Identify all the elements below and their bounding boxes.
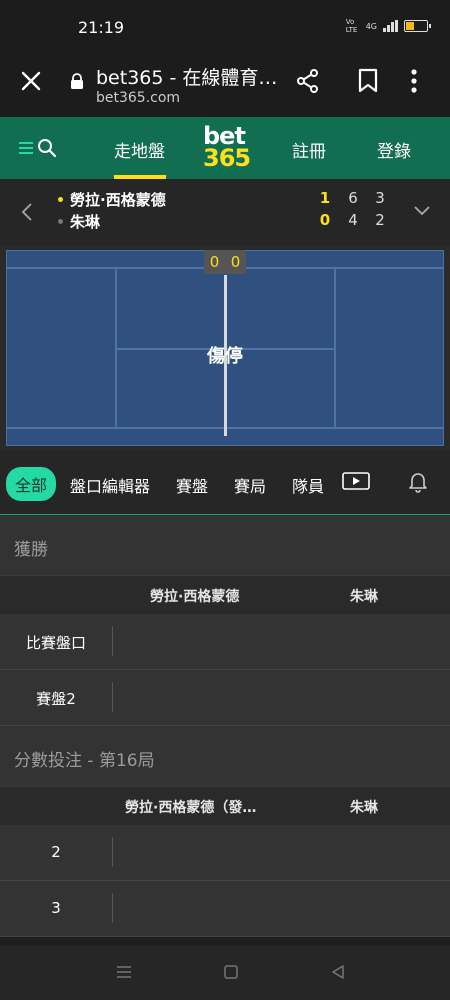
- player1-current-games: 1: [319, 189, 331, 207]
- point-score: 0 0: [204, 250, 246, 274]
- serve-indicator-inactive: [58, 219, 63, 224]
- search-icon[interactable]: [37, 138, 57, 158]
- status-time: 21:19: [78, 18, 125, 37]
- section-title: 獲勝: [14, 540, 48, 560]
- column-header: 朱琳: [350, 589, 378, 605]
- page-domain[interactable]: bet365.com: [96, 90, 180, 106]
- player2-set2: 2: [375, 211, 385, 229]
- row-label: 比賽盤口: [25, 634, 86, 652]
- tab-set[interactable]: 賽盤: [176, 473, 208, 497]
- video-icon[interactable]: [342, 472, 370, 494]
- point-score-p1: 0: [209, 253, 220, 271]
- winner-table-header: 勞拉·西格蒙德 朱琳: [0, 575, 450, 614]
- row-label: 賽盤2: [36, 690, 76, 708]
- bell-icon[interactable]: [408, 471, 428, 497]
- site-header: 走地盤 bet 365 註冊 登錄: [0, 117, 450, 179]
- market-row: 比賽盤口: [0, 614, 450, 670]
- player1-name: 勞拉·西格蒙德: [70, 191, 166, 209]
- market-row: 賽盤2: [0, 670, 450, 726]
- network-type: 4G: [365, 21, 377, 31]
- bookmark-icon[interactable]: [357, 68, 379, 98]
- more-options-icon[interactable]: [410, 68, 418, 98]
- row-label: 3: [51, 899, 61, 917]
- nav-login[interactable]: 登錄: [377, 137, 411, 162]
- tab-bet-builder[interactable]: 盤口編輯器: [70, 473, 150, 497]
- match-status-text: 傷停: [207, 346, 243, 367]
- winner-section-header[interactable]: 獲勝: [0, 515, 450, 575]
- divider: [112, 682, 113, 712]
- tab-game[interactable]: 賽局: [234, 473, 266, 497]
- point-betting-table-header: 勞拉·西格蒙德（發… 朱琳: [0, 786, 450, 825]
- recent-apps-icon[interactable]: [116, 965, 132, 979]
- player2-row: 朱琳: [58, 211, 100, 232]
- market-tabs: 全部 盤口編輯器 賽盤 賽局 隊員: [0, 450, 450, 515]
- court-visualization: 0 0 傷停: [0, 246, 450, 450]
- player2-set1: 4: [348, 211, 358, 229]
- status-icons: Vo LTE 4G: [345, 18, 431, 34]
- menu-search-button[interactable]: [18, 138, 57, 158]
- market-row: 2: [0, 825, 450, 881]
- market-row: 3: [0, 881, 450, 937]
- player1-set2: 3: [375, 189, 385, 207]
- player2-name: 朱琳: [70, 213, 101, 231]
- player1-set1: 6: [348, 189, 358, 207]
- back-icon[interactable]: [330, 964, 346, 980]
- divider: [112, 837, 113, 867]
- player1-row: 勞拉·西格蒙德: [58, 189, 166, 210]
- point-score-p2: 0: [230, 253, 241, 271]
- match-scoreboard: 勞拉·西格蒙德 朱琳 1 6 3 0 4 2: [0, 179, 450, 246]
- browser-toolbar: bet365 - 在線體育… bet365.com: [0, 52, 450, 117]
- battery-icon: [404, 20, 431, 32]
- close-icon[interactable]: [18, 68, 44, 94]
- tab-players[interactable]: 隊員: [292, 473, 324, 497]
- page-title[interactable]: bet365 - 在線體育…: [96, 63, 277, 90]
- divider: [112, 626, 113, 656]
- serve-indicator: [58, 197, 63, 202]
- section-title: 分數投注 - 第16局: [14, 751, 155, 771]
- status-bar: 21:19 Vo LTE 4G: [0, 0, 450, 52]
- back-chevron-icon[interactable]: [20, 201, 34, 227]
- divider: [112, 893, 113, 923]
- menu-icon[interactable]: [18, 141, 34, 155]
- signal-icon: [383, 20, 398, 32]
- tab-all[interactable]: 全部: [6, 467, 57, 501]
- bet365-logo[interactable]: bet 365: [203, 124, 251, 169]
- player2-current-games: 0: [319, 211, 331, 229]
- column-header: 朱琳: [350, 800, 378, 816]
- share-icon[interactable]: [295, 68, 321, 98]
- system-navigation-bar: [0, 946, 450, 1000]
- nav-register[interactable]: 註冊: [292, 137, 326, 162]
- column-header: 勞拉·西格蒙德: [150, 589, 240, 605]
- home-icon[interactable]: [223, 964, 239, 980]
- lock-icon: [70, 73, 84, 94]
- row-label: 2: [51, 843, 61, 861]
- point-betting-section-header[interactable]: 分數投注 - 第16局: [0, 726, 450, 786]
- expand-chevron-icon[interactable]: [412, 203, 432, 222]
- nav-in-play[interactable]: 走地盤: [114, 137, 165, 162]
- volte-indicator: Vo LTE: [345, 18, 358, 34]
- column-header: 勞拉·西格蒙德（發…: [125, 800, 257, 816]
